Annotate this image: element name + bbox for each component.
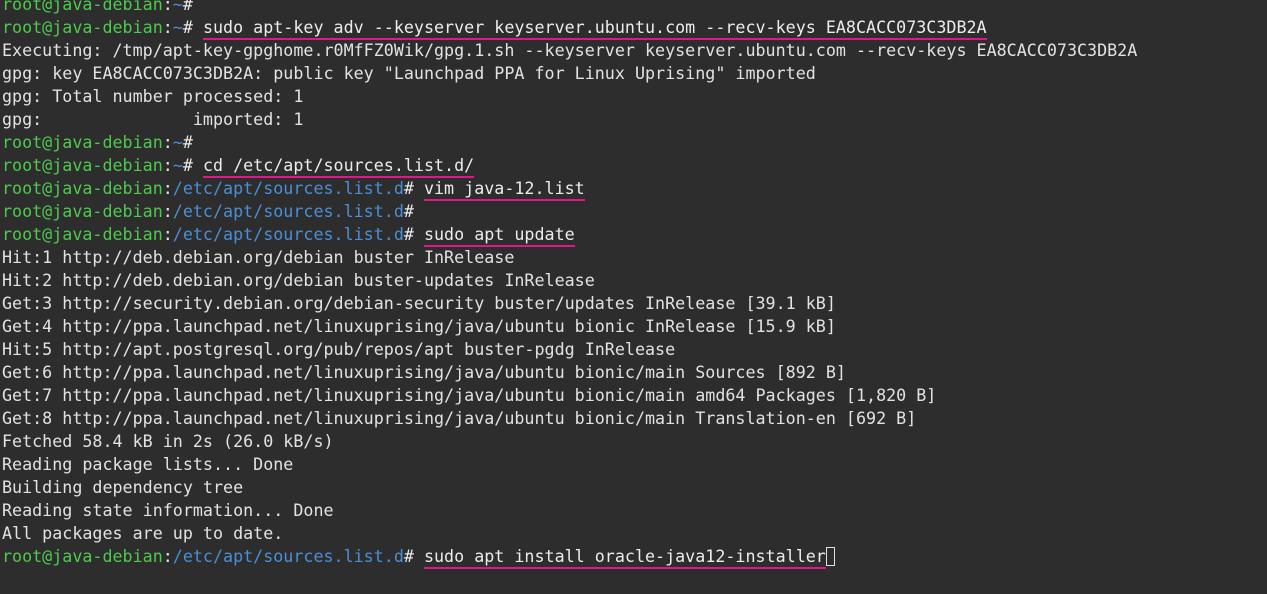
prompt-path: ~: [172, 17, 183, 37]
prompt-colon: :: [162, 155, 173, 175]
prompt-line: root@java-debian:~# sudo apt-key adv --k…: [2, 16, 1267, 40]
output-text: Executing: /tmp/apt-key-gpghome.r0MfFZ0W…: [2, 40, 1138, 60]
prompt-colon: :: [162, 546, 173, 566]
prompt-symbol: #: [182, 17, 193, 37]
prompt-user-host: root@java-debian: [2, 201, 163, 221]
prompt-symbol: #: [182, 132, 193, 152]
prompt-symbol: #: [403, 546, 414, 566]
output-text: Reading state information... Done: [2, 500, 334, 520]
output-line: gpg: Total number processed: 1: [2, 85, 1267, 108]
prompt-line: root@java-debian:~#: [2, 131, 1267, 154]
output-text: gpg: imported: 1: [2, 109, 304, 129]
output-text: All packages are up to date.: [2, 523, 284, 543]
prompt-colon: :: [162, 224, 173, 244]
output-text: Hit:5 http://apt.postgresql.org/pub/repo…: [2, 339, 676, 359]
prompt-line: root@java-debian:/etc/apt/sources.list.d…: [2, 223, 1267, 247]
prompt-line: root@java-debian:/etc/apt/sources.list.d…: [2, 177, 1267, 201]
output-text: Get:3 http://security.debian.org/debian-…: [2, 293, 836, 313]
command-text: sudo apt update: [423, 224, 575, 247]
prompt-user-host: root@java-debian: [2, 546, 163, 566]
command-text: vim java-12.list: [423, 178, 585, 201]
prompt-path: ~: [172, 132, 183, 152]
command-text: cd /etc/apt/sources.list.d/: [202, 155, 475, 178]
prompt-line: root@java-debian:~#: [2, 0, 1267, 16]
prompt-symbol: #: [403, 224, 414, 244]
prompt-path: ~: [172, 155, 183, 175]
output-line: Get:4 http://ppa.launchpad.net/linuxupri…: [2, 315, 1267, 338]
output-text: Get:8 http://ppa.launchpad.net/linuxupri…: [2, 408, 917, 428]
terminal-cursor: [825, 547, 835, 566]
prompt-path: ~: [172, 0, 183, 14]
output-line: gpg: key EA8CACC073C3DB2A: public key "L…: [2, 62, 1267, 85]
prompt-user-host: root@java-debian: [2, 224, 163, 244]
prompt-colon: :: [162, 17, 173, 37]
output-text: Get:7 http://ppa.launchpad.net/linuxupri…: [2, 385, 937, 405]
prompt-path: /etc/apt/sources.list.d: [172, 178, 404, 198]
output-line: gpg: imported: 1: [2, 108, 1267, 131]
output-text: gpg: Total number processed: 1: [2, 86, 304, 106]
output-line: Reading package lists... Done: [2, 453, 1267, 476]
prompt-colon: :: [162, 178, 173, 198]
output-line: Get:7 http://ppa.launchpad.net/linuxupri…: [2, 384, 1267, 407]
prompt-path: /etc/apt/sources.list.d: [172, 224, 404, 244]
output-line: Hit:1 http://deb.debian.org/debian buste…: [2, 246, 1267, 269]
terminal-window[interactable]: root@java-debian:~# root@java-debian:~# s…: [0, 0, 1267, 587]
prompt-user-host: root@java-debian: [2, 0, 163, 14]
prompt-user-host: root@java-debian: [2, 17, 163, 37]
prompt-symbol: #: [403, 178, 414, 198]
command-text: sudo apt install oracle-java12-installer: [423, 546, 826, 569]
command-text: sudo apt-key adv --keyserver keyserver.u…: [202, 17, 987, 40]
output-line: Fetched 58.4 kB in 2s (26.0 kB/s): [2, 430, 1267, 453]
output-line: Hit:5 http://apt.postgresql.org/pub/repo…: [2, 338, 1267, 361]
prompt-user-host: root@java-debian: [2, 132, 163, 152]
output-text: gpg: key EA8CACC073C3DB2A: public key "L…: [2, 63, 816, 83]
prompt-user-host: root@java-debian: [2, 178, 163, 198]
prompt-colon: :: [162, 201, 173, 221]
output-line: Get:8 http://ppa.launchpad.net/linuxupri…: [2, 407, 1267, 430]
output-text: Fetched 58.4 kB in 2s (26.0 kB/s): [2, 431, 334, 451]
output-line: All packages are up to date.: [2, 522, 1267, 545]
prompt-colon: :: [162, 0, 173, 14]
output-line: Get:6 http://ppa.launchpad.net/linuxupri…: [2, 361, 1267, 384]
output-line: Reading state information... Done: [2, 499, 1267, 522]
output-line: Executing: /tmp/apt-key-gpghome.r0MfFZ0W…: [2, 39, 1267, 62]
prompt-line: root@java-debian:~# cd /etc/apt/sources.…: [2, 154, 1267, 178]
prompt-path: /etc/apt/sources.list.d: [172, 201, 404, 221]
prompt-symbol: #: [403, 201, 414, 221]
prompt-path: /etc/apt/sources.list.d: [172, 546, 404, 566]
output-text: Get:6 http://ppa.launchpad.net/linuxupri…: [2, 362, 846, 382]
prompt-user-host: root@java-debian: [2, 155, 163, 175]
output-text: Get:4 http://ppa.launchpad.net/linuxupri…: [2, 316, 836, 336]
prompt-line: root@java-debian:/etc/apt/sources.list.d…: [2, 545, 1267, 569]
output-line: Get:3 http://security.debian.org/debian-…: [2, 292, 1267, 315]
prompt-symbol: #: [182, 155, 193, 175]
output-text: Hit:1 http://deb.debian.org/debian buste…: [2, 247, 515, 267]
output-line: Building dependency tree: [2, 476, 1267, 499]
prompt-line: root@java-debian:/etc/apt/sources.list.d…: [2, 200, 1267, 223]
prompt-symbol: #: [182, 0, 193, 14]
prompt-colon: :: [162, 132, 173, 152]
output-text: Reading package lists... Done: [2, 454, 294, 474]
output-text: Hit:2 http://deb.debian.org/debian buste…: [2, 270, 595, 290]
output-text: Building dependency tree: [2, 477, 244, 497]
output-line: Hit:2 http://deb.debian.org/debian buste…: [2, 269, 1267, 292]
